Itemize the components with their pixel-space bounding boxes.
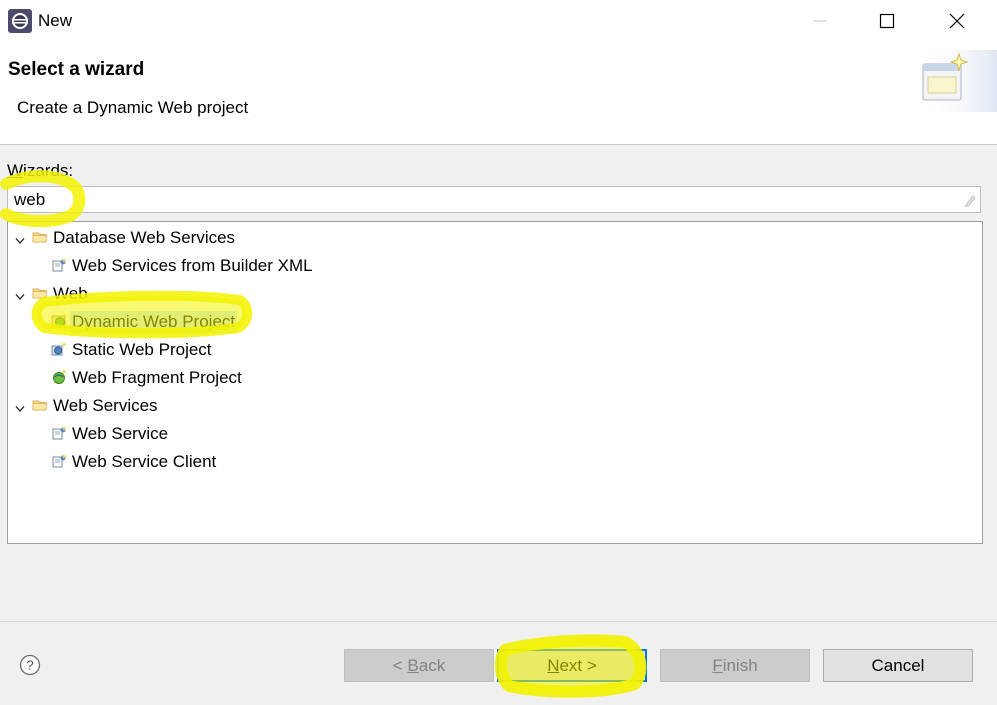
back-button-mnemonic: B [407,656,419,675]
finish-button-label: inish [722,656,758,675]
clear-filter-icon[interactable] [962,193,976,207]
back-button-label: ack [418,656,446,675]
tree-item-label: Static Web Project [72,340,212,359]
minimize-button[interactable] [785,0,855,42]
tree-category-database-web-services[interactable]: Database Web Services [8,223,978,251]
cancel-button[interactable]: Cancel [823,649,973,682]
wizards-label: Wizards: [7,160,73,182]
static-web-project-icon [51,341,67,357]
expand-chevron-icon[interactable] [15,232,25,245]
tree-item-label: Web Fragment Project [72,368,242,387]
close-button[interactable] [922,0,992,42]
next-button[interactable]: Next > [497,649,647,682]
tree-item-label: Web Services [53,396,158,415]
expand-chevron-icon[interactable] [15,400,25,413]
tree-category-web[interactable]: Web [8,279,978,307]
next-button-label: ext > [559,656,597,675]
wizard-tree[interactable]: Database Web Services Web Services from B… [7,221,983,544]
expand-chevron-icon[interactable] [15,288,25,301]
tree-item-label: Dynamic Web Project [70,311,238,333]
back-button[interactable]: < Back [344,649,494,682]
wizard-filter-box [7,186,981,213]
finish-button-mnemonic: F [712,656,723,675]
maximize-icon [879,13,895,29]
tree-item-label: Web Service Client [72,452,217,471]
folder-icon [32,229,48,245]
folder-icon [32,285,48,301]
tree-item-web-fragment-project[interactable]: Web Fragment Project [8,363,978,391]
title-bar: New [0,0,997,42]
tree-item-label: Web Services from Builder XML [72,256,313,275]
wizard-header: Select a wizard Create a Dynamic Web pro… [0,42,997,145]
new-wizard-banner-icon [918,50,997,112]
footer-separator [0,621,997,622]
tree-item-dynamic-web-project[interactable]: Dynamic Web Project [8,307,978,335]
window-title: New [38,11,73,30]
tree-item-web-services-from-builder-xml[interactable]: Web Services from Builder XML [8,251,978,279]
next-button-mnemonic: N [547,656,560,675]
page-description: Create a Dynamic Web project [17,98,249,117]
folder-icon [32,397,48,413]
tree-item-static-web-project[interactable]: Static Web Project [8,335,978,363]
wizard-filter-input[interactable] [14,190,954,210]
tree-item-web-service-client[interactable]: Web Service Client [8,447,978,475]
tree-item-label: Web Service [72,424,169,443]
back-button-prefix: < [392,656,408,675]
web-service-wizard-icon [51,453,67,469]
tree-item-web-service[interactable]: Web Service [8,419,978,447]
maximize-button[interactable] [852,0,922,42]
web-service-wizard-icon [51,257,67,273]
tree-item-label: Database Web Services [53,228,236,247]
page-title: Select a wizard [8,59,145,80]
wizards-label-mnemonic: W [7,161,24,180]
minimize-icon [813,20,827,22]
wizards-label-text: izards: [23,161,74,180]
web-fragment-project-icon [51,369,67,385]
svg-text:?: ? [26,658,33,673]
close-icon [949,13,965,29]
new-wizard-dialog: New Select a wizard Create a Dynamic Web… [0,0,997,705]
tree-item-label: Web [53,284,88,303]
finish-button[interactable]: Finish [660,649,810,682]
eclipse-app-icon [8,9,32,33]
tree-category-web-services[interactable]: Web Services [8,391,978,419]
help-icon[interactable]: ? [19,654,41,676]
dynamic-web-project-icon [51,313,67,329]
web-service-wizard-icon [51,425,67,441]
